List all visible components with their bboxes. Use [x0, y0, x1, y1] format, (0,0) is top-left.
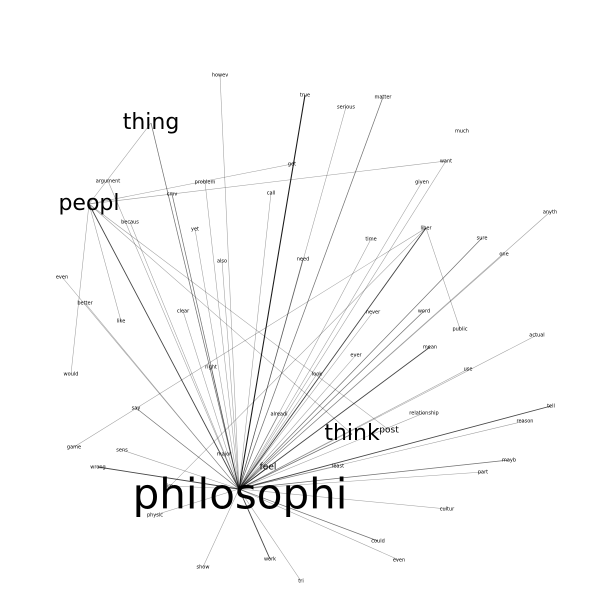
node-label-physic: physic [147, 513, 163, 519]
node-label-sens: sens [116, 448, 128, 454]
node-label-howev: howev [212, 73, 228, 79]
edge-philosophi-true [238, 94, 306, 490]
node-label-even-bottom: even [393, 558, 405, 564]
node-label-given: given [415, 180, 429, 186]
node-label-like: like [117, 319, 126, 325]
node-label-becaus: becaus [121, 220, 139, 226]
node-label-right: right [205, 365, 217, 371]
node-label-want: want [440, 159, 452, 165]
node-label-major: major [217, 452, 232, 458]
node-label-thing: thing [123, 110, 180, 135]
node-label-mean: mean [423, 345, 437, 351]
node-label-im: im [167, 484, 173, 490]
node-label-actual: actual [529, 333, 544, 339]
edge-liber-game [73, 227, 427, 448]
node-label-wrong: wrong [90, 465, 105, 471]
node-label-post: post [379, 426, 399, 436]
node-label-call: call [267, 191, 276, 197]
node-label-also: also [217, 259, 227, 265]
edge-philosophi-yet [194, 228, 240, 490]
node-label-yet: yet [191, 227, 199, 233]
edge-philosophi-even-top [61, 276, 240, 490]
node-label-relationship: relationship [409, 411, 438, 417]
node-label-argument: argument [96, 179, 120, 185]
edge-peopl-like [88, 203, 122, 322]
node-label-look: look [312, 372, 323, 378]
node-label-problem: problem [195, 180, 216, 186]
node-label-better: better [77, 301, 93, 307]
node-label-anyth: anyth [543, 210, 557, 216]
node-label-much: much [455, 129, 469, 135]
edge-peopl-think [88, 203, 353, 435]
node-label-cmv: cmv [167, 192, 178, 198]
node-label-liber: liber [420, 226, 432, 232]
edge-philosophi-sure [238, 237, 483, 490]
edge-philosophi-peopl [88, 203, 240, 490]
node-label-one: one [499, 252, 508, 258]
edge-peopl-want [88, 160, 447, 205]
edge-peopl-would [70, 203, 90, 375]
node-label-clear: clear [177, 309, 190, 315]
node-label-need: need [297, 257, 310, 263]
node-label-get: get [288, 162, 296, 168]
node-label-never: never [366, 310, 381, 316]
node-label-work: work [264, 557, 276, 563]
edge-philosophi-liber [238, 227, 427, 490]
node-label-matter: matter [375, 95, 393, 101]
node-label-alreadi: alreadi [270, 412, 287, 418]
node-label-mayb: mayb [502, 458, 516, 464]
node-label-reason: reason [517, 419, 534, 425]
node-label-serious: serious [337, 105, 355, 111]
edge-peopl-post [88, 203, 390, 431]
node-label-philosophi: philosophi [133, 470, 348, 519]
node-label-think: think [324, 421, 380, 446]
node-label-even-top: even [56, 275, 68, 281]
node-label-least: least [332, 464, 344, 470]
edge-philosophi-argument [107, 180, 240, 490]
word-network-graph: philosophi peopl thing think post feel howev tr… [56, 73, 557, 585]
edge-philosophi-howev [219, 74, 240, 490]
node-label-public: public [452, 327, 467, 333]
node-label-tri: tri [298, 579, 303, 585]
edge-liber-public [425, 227, 461, 330]
node-label-feel: feel [260, 463, 277, 473]
node-label-time: time [365, 237, 376, 243]
node-label-could: could [371, 539, 385, 545]
node-label-ever: ever [350, 353, 362, 359]
node-label-peopl: peopl [58, 191, 119, 216]
node-label-sure: sure [477, 236, 488, 242]
node-label-say: say [132, 406, 141, 412]
node-label-part: part [478, 470, 488, 476]
edge-philosophi-clear [182, 310, 240, 490]
node-label-use: use [464, 367, 473, 373]
node-label-word: word [418, 309, 430, 315]
node-label-cultur: cultur [440, 507, 455, 513]
edge-philosophi-problem [204, 181, 240, 490]
node-label-would: would [64, 372, 79, 378]
node-label-true: true [300, 93, 310, 99]
node-label-tell: tell [547, 404, 555, 410]
node-label-show: show [197, 565, 210, 571]
node-label-game: game [67, 445, 81, 451]
edge-philosophi-need [238, 258, 304, 490]
